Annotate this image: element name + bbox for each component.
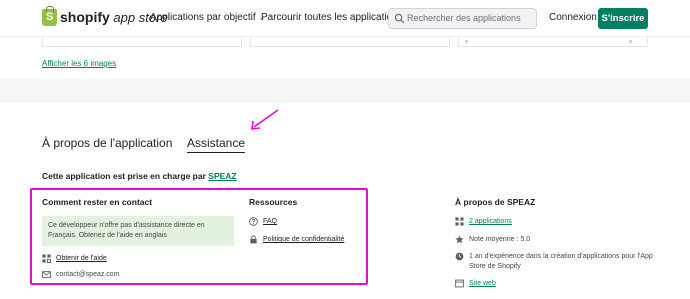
clock-icon [455,252,464,261]
resources-title: Ressources [249,197,298,207]
tab-about-app[interactable]: À propos de l'application [42,136,172,150]
contact-title: Comment rester en contact [42,197,153,207]
nav-browse-all[interactable]: Parcourir toutes les applications [261,12,403,23]
top-header: shopify app store Applications par objec… [0,0,690,37]
developer-website-link[interactable]: Site web [455,279,496,289]
developer-rating-text: Note moyenne : 5.0 [469,236,531,243]
get-help-label: Obtenir de l'aide [56,255,107,262]
developer-experience: 1 an d'expérience dans la création d'app… [455,252,655,272]
developer-experience-text: 1 an d'expérience dans la création d'app… [469,253,653,270]
website-icon [455,279,464,288]
contact-email[interactable]: contact@speaz.com [42,270,120,279]
search-placeholder: Rechercher des applications [407,13,521,23]
nav-by-objective[interactable]: Applications par objectif ⌄ [150,12,265,23]
language-notice: Ce développeur n'offre pas d'assistance … [42,216,234,246]
envelope-icon [42,271,51,278]
apps-grid-icon [42,254,51,263]
logo-text-bold: shopify [60,9,110,25]
signup-button[interactable]: S'inscrire [598,8,648,29]
developer-apps-link[interactable]: 2 applications [455,217,512,227]
developer-rating: Note moyenne : 5.0 [455,235,530,245]
tab-support[interactable]: Assistance [187,136,246,153]
annotation-arrow [251,109,279,130]
shopify-bag-icon [42,6,57,26]
supported-by-text: Cette application est prise en charge pa… [42,171,237,181]
developer-link[interactable]: SPEAZ [208,171,236,181]
thumbnail-detail [465,40,468,43]
thumbnail-detail [629,40,632,43]
nav-by-objective-label: Applications par objectif [150,12,256,23]
login-link[interactable]: Connexion [549,12,597,23]
apps-grid-icon [455,217,464,226]
contact-email-text: contact@speaz.com [56,271,120,278]
privacy-policy-link[interactable]: Politique de confidentialité [249,235,344,244]
faq-label: FAQ [263,218,278,225]
screenshot-thumbnail[interactable] [42,37,242,47]
privacy-policy-label: Politique de confidentialité [263,236,345,243]
star-icon [455,235,464,244]
screenshot-thumbnail[interactable] [458,37,648,47]
show-images-link[interactable]: Afficher les 6 images [42,59,116,68]
lock-icon [250,235,257,244]
developer-about-title: À propos de SPEAZ [455,197,536,207]
shopify-app-store-logo[interactable]: shopify app store [42,6,168,26]
search-input[interactable]: Rechercher des applications [388,8,537,29]
developer-website-label: Site web [469,280,496,287]
section-divider [0,79,690,103]
search-icon [394,13,405,24]
developer-apps-label: 2 applications [469,218,512,225]
question-circle-icon [249,217,258,226]
screenshot-thumbnail[interactable] [250,37,450,47]
supported-by-prefix: Cette application est prise en charge pa… [42,171,209,181]
get-help-link[interactable]: Obtenir de l'aide [42,254,107,263]
faq-link[interactable]: FAQ [249,217,277,226]
